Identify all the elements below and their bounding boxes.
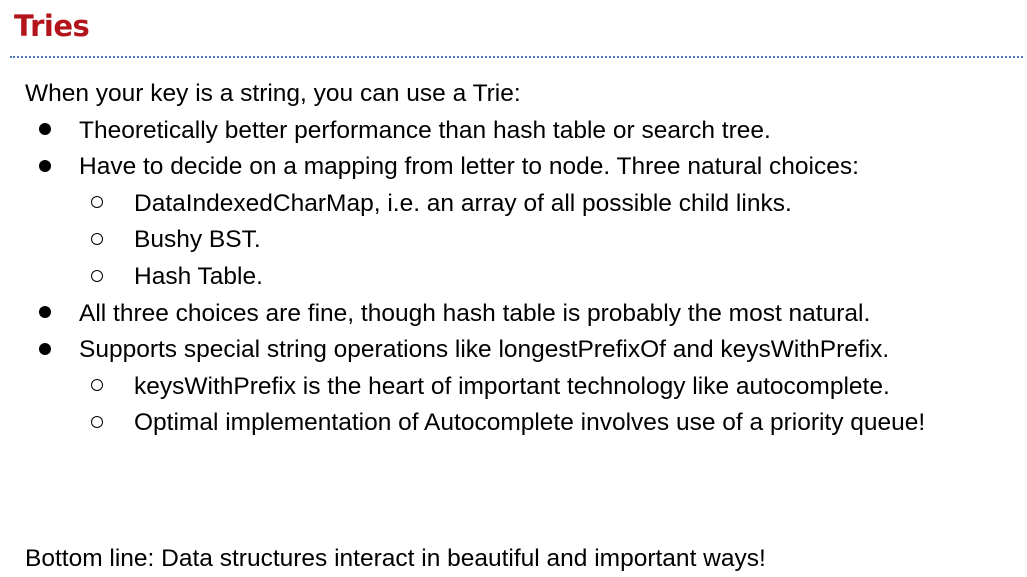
bullet-list: Theoretically better performance than ha… — [25, 113, 1015, 442]
slide-title: Tries — [14, 9, 90, 43]
bullet-text: Theoretically better performance than ha… — [79, 116, 771, 144]
bullet-ring-icon — [87, 259, 107, 296]
sub-bullet-text: Hash Table. — [134, 262, 263, 290]
slide: { "slide": { "title": "Tries", "intro": … — [0, 0, 1027, 577]
bullet-item: Have to decide on a mapping from letter … — [25, 149, 1015, 295]
bullet-ring-icon — [87, 186, 107, 223]
sub-bullet-item: keysWithPrefix is the heart of important… — [25, 369, 1015, 406]
bullet-dot-icon — [30, 296, 60, 333]
sub-bullet-text: Optimal implementation of Autocomplete i… — [134, 409, 926, 437]
bullet-item: Theoretically better performance than ha… — [25, 113, 1015, 150]
bullet-dot-icon — [30, 332, 60, 369]
sub-bullet-item: Hash Table. — [25, 259, 1015, 296]
bullet-ring-icon — [87, 222, 107, 259]
sub-bullet-text: keysWithPrefix is the heart of important… — [134, 372, 890, 400]
bullet-item: Supports special string operations like … — [25, 332, 1015, 442]
bullet-text: Have to decide on a mapping from letter … — [79, 153, 859, 181]
bullet-text: All three choices are fine, though hash … — [79, 299, 871, 327]
bullet-dot-icon — [30, 149, 60, 186]
bullet-ring-icon — [87, 405, 107, 442]
bullet-text: Supports special string operations like … — [79, 336, 890, 364]
slide-body: When your key is a string, you can use a… — [25, 76, 1015, 442]
bottom-line-text: Bottom line: Data structures interact in… — [25, 545, 766, 572]
sub-bullet-item: DataIndexedCharMap, i.e. an array of all… — [25, 186, 1015, 223]
title-dotted-rule — [10, 56, 1023, 58]
sub-bullet-text: Bushy BST. — [134, 226, 261, 254]
bullet-ring-icon — [87, 369, 107, 406]
bullet-item: All three choices are fine, though hash … — [25, 296, 1015, 333]
sub-bullet-item: Bushy BST. — [25, 222, 1015, 259]
bullet-dot-icon — [30, 113, 60, 150]
sub-bullet-text: DataIndexedCharMap, i.e. an array of all… — [134, 189, 792, 217]
intro-text: When your key is a string, you can use a… — [25, 80, 521, 107]
sub-bullet-item: Optimal implementation of Autocomplete i… — [25, 405, 994, 442]
sub-bullet-list: keysWithPrefix is the heart of important… — [25, 369, 1015, 442]
sub-bullet-list: DataIndexedCharMap, i.e. an array of all… — [25, 186, 1015, 296]
